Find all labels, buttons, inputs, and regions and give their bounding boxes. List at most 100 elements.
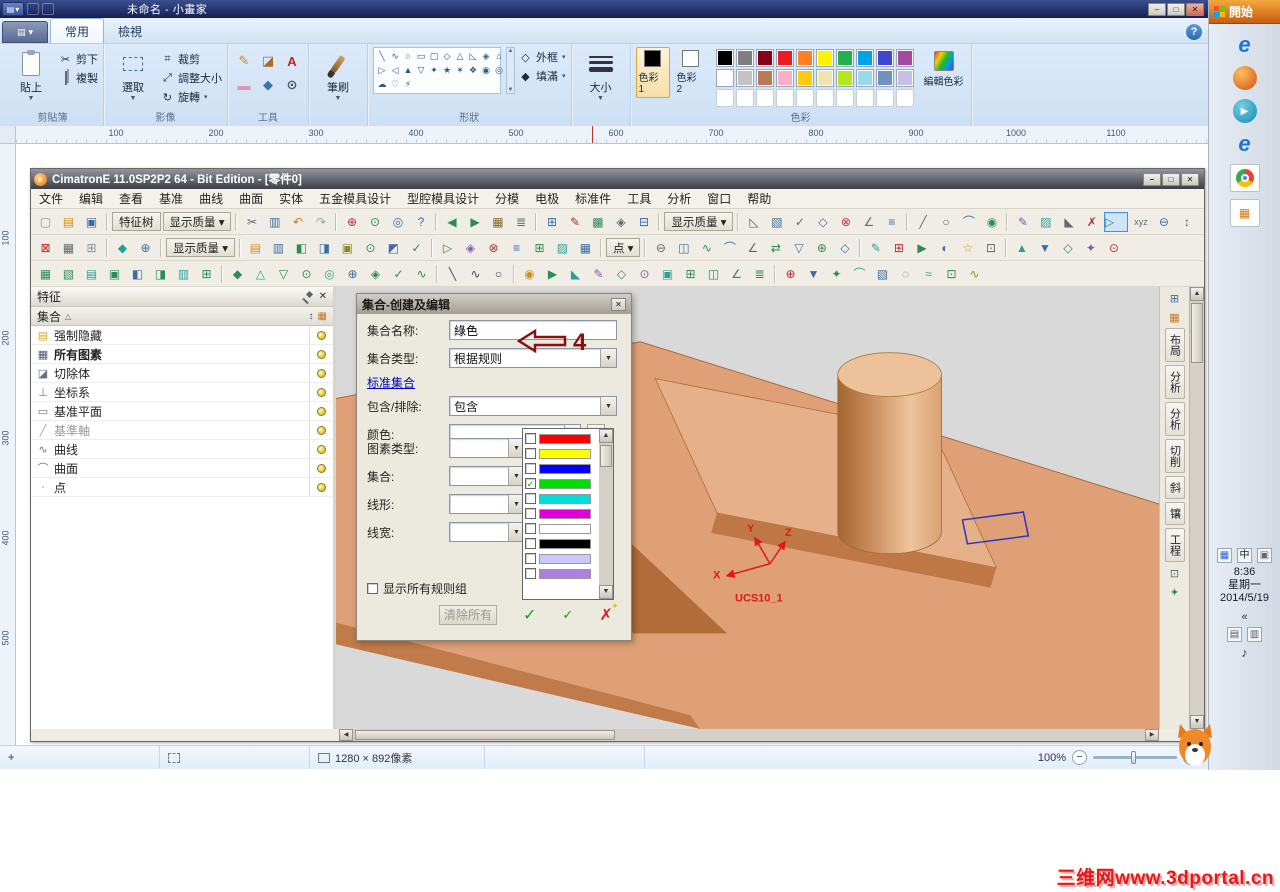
- cancel-icon[interactable]: ✗ ✦: [599, 601, 618, 625]
- color-checkbox[interactable]: [525, 493, 536, 504]
- toolbar-icon[interactable]: ⊡: [941, 264, 962, 284]
- toolbar-icon[interactable]: ⊙: [1103, 238, 1124, 258]
- color-list-item[interactable]: [525, 506, 597, 521]
- shape-icon[interactable]: ◈: [480, 50, 492, 63]
- toolbar-icon[interactable]: ⌒: [849, 264, 870, 284]
- palette-empty-slot[interactable]: [775, 89, 794, 107]
- color-list-item[interactable]: [525, 446, 597, 461]
- toolbar-icon[interactable]: ╲: [442, 264, 463, 284]
- shape-icon[interactable]: ○: [402, 50, 414, 63]
- toolbar-icon[interactable]: ⊞: [680, 264, 701, 284]
- include-select[interactable]: 包含 ▼: [449, 396, 617, 416]
- toolbar-icon[interactable]: ▩: [587, 212, 608, 232]
- toolbar-icon[interactable]: ▼: [803, 264, 824, 284]
- palette-color[interactable]: [895, 49, 914, 67]
- viewport-vertical-scrollbar[interactable]: ▲ ▼: [1189, 287, 1204, 729]
- toolbar-icon[interactable]: ▼: [1034, 238, 1055, 258]
- brushes-button[interactable]: 筆刷 ▼: [314, 47, 362, 102]
- toolbar-icon[interactable]: ∠: [858, 212, 879, 232]
- toolbar-icon[interactable]: ▥: [264, 212, 285, 232]
- palette-empty-slot[interactable]: [795, 89, 814, 107]
- app-icon-teal[interactable]: ▶: [1232, 98, 1258, 124]
- palette-color[interactable]: [755, 49, 774, 67]
- viewport-horizontal-scrollbar[interactable]: ◀ ▶: [339, 729, 1159, 741]
- toolbar-icon[interactable]: ▤: [81, 264, 102, 284]
- toolbar-icon[interactable]: ◇: [834, 238, 855, 258]
- menu-item[interactable]: 工具: [619, 190, 659, 207]
- color-checkbox[interactable]: [525, 508, 536, 519]
- color-checkbox[interactable]: [525, 538, 536, 549]
- right-panel-tab[interactable]: 分析: [1164, 402, 1185, 436]
- toolbar-text-button[interactable]: 点 ▾: [605, 238, 641, 257]
- chevron-down-icon[interactable]: ▼: [600, 397, 616, 415]
- scrollbar-thumb[interactable]: [1191, 303, 1203, 363]
- color-list-item[interactable]: [525, 536, 597, 551]
- menu-item[interactable]: 实体: [271, 190, 311, 207]
- rotate-button[interactable]: ↻ 旋轉 ▾: [161, 89, 222, 105]
- tray-icon[interactable]: ▥: [1247, 627, 1262, 642]
- set-name-input[interactable]: [449, 320, 617, 340]
- shape-icon[interactable]: ◺: [467, 50, 479, 63]
- color-checkbox[interactable]: [525, 448, 536, 459]
- menu-item[interactable]: 五金模具设计: [311, 190, 399, 207]
- visibility-cell[interactable]: [309, 383, 333, 401]
- dialog-select[interactable]: ▼: [449, 438, 525, 458]
- toolbar-icon[interactable]: ⊕: [342, 264, 363, 284]
- toolbar-icon[interactable]: ◎: [319, 264, 340, 284]
- paint-canvas[interactable]: e CimatronE 11.0SP2P2 64 - Bit Edition -…: [16, 144, 1208, 745]
- toolbar-icon[interactable]: ▧: [58, 264, 79, 284]
- palette-empty-slot[interactable]: [715, 89, 734, 107]
- shape-icon[interactable]: ◉: [480, 64, 492, 77]
- color-checkbox[interactable]: ✓: [525, 478, 536, 489]
- toolbar-icon[interactable]: ∿: [465, 264, 486, 284]
- toolbar-icon[interactable]: ◇: [1057, 238, 1078, 258]
- visibility-cell[interactable]: [309, 440, 333, 458]
- shape-icon[interactable]: ▲: [402, 64, 414, 77]
- close-button[interactable]: ✕: [611, 297, 626, 311]
- scroll-left-icon[interactable]: ◀: [339, 729, 353, 741]
- resize-button[interactable]: ⤢ 調整大小: [161, 70, 222, 86]
- palette-empty-slot[interactable]: [895, 89, 914, 107]
- shape-icon[interactable]: ∿: [389, 50, 401, 63]
- shape-icon[interactable]: ✦: [428, 64, 440, 77]
- crop-button[interactable]: ⌗ 裁剪: [161, 51, 222, 67]
- shape-icon[interactable]: ❖: [467, 64, 479, 77]
- toolbar-icon[interactable]: ▽: [788, 238, 809, 258]
- right-panel-tab[interactable]: 布局: [1164, 328, 1185, 362]
- help-icon[interactable]: ?: [1186, 24, 1202, 40]
- palette-empty-slot[interactable]: [815, 89, 834, 107]
- toolbar-icon[interactable]: ✓: [406, 238, 427, 258]
- shape-fill-button[interactable]: ◆ 填滿 ▾: [519, 68, 565, 84]
- clear-all-button[interactable]: 清除所有: [439, 605, 497, 625]
- scroll-down-icon[interactable]: ▼: [599, 585, 613, 599]
- toolbar-icon[interactable]: ▤: [245, 238, 266, 258]
- shape-icon[interactable]: ♡: [389, 78, 401, 91]
- toolbar-icon[interactable]: ⊖: [1153, 212, 1174, 232]
- color-checkbox[interactable]: [525, 553, 536, 564]
- shape-icon[interactable]: ◎: [493, 64, 505, 77]
- right-panel-tab[interactable]: 斜: [1164, 476, 1185, 499]
- toolbar-icon[interactable]: ⊞: [196, 264, 217, 284]
- toolbar-icon[interactable]: ▣: [104, 264, 125, 284]
- close-button[interactable]: ✕: [1186, 2, 1204, 16]
- toolbar-icon[interactable]: ◨: [314, 238, 335, 258]
- palette-color[interactable]: [835, 69, 854, 87]
- toolbar-icon[interactable]: ▧: [766, 212, 787, 232]
- toolbar-icon[interactable]: ▦: [487, 212, 508, 232]
- tool-A-icon[interactable]: A: [281, 50, 303, 72]
- zoom-slider-thumb[interactable]: [1131, 751, 1136, 764]
- menu-item[interactable]: 编辑: [71, 190, 111, 207]
- palette-color[interactable]: [815, 69, 834, 87]
- fox-mascot-icon[interactable]: [1176, 722, 1214, 771]
- internet-explorer-icon[interactable]: e: [1232, 32, 1258, 58]
- palette-color[interactable]: [715, 49, 734, 67]
- toolbar-text-button[interactable]: 特征树: [112, 212, 161, 231]
- right-panel-tab[interactable]: 分析: [1164, 365, 1185, 399]
- toolbar-icon[interactable]: ✎: [564, 212, 585, 232]
- palette-color[interactable]: [775, 69, 794, 87]
- scrollbar-thumb[interactable]: [355, 730, 615, 740]
- show-all-rules-checkbox[interactable]: [367, 583, 378, 594]
- palette-color[interactable]: [855, 49, 874, 67]
- palette-color[interactable]: [835, 49, 854, 67]
- palette-color[interactable]: [895, 69, 914, 87]
